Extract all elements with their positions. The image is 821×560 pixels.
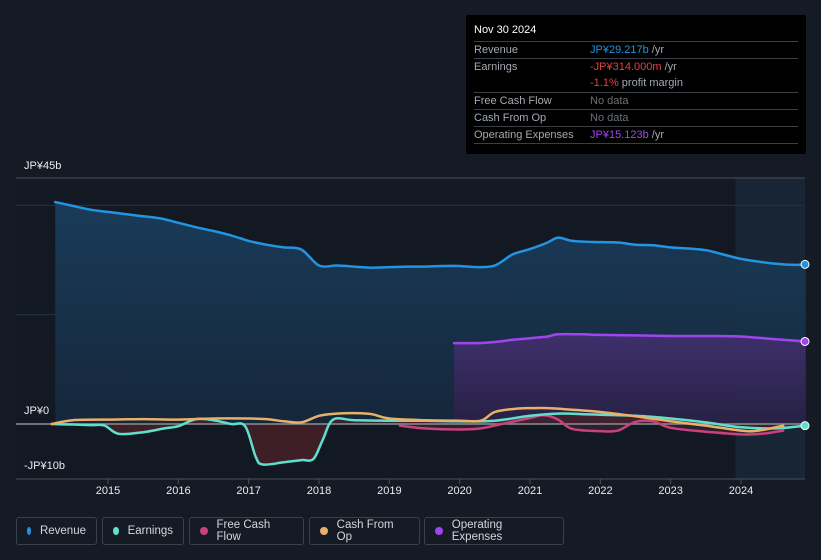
y-label-bottom: -JP¥10b (24, 460, 65, 472)
x-tick-label: 2024 (728, 485, 754, 497)
legend-label: Cash From Op (336, 519, 394, 543)
operating-expenses-dot-icon (435, 527, 443, 535)
tooltip-label: Earnings (474, 61, 518, 73)
revenue-end-marker (800, 259, 810, 269)
tooltip-row-free-cash-flow: Free Cash Flow No data (474, 92, 798, 110)
legend-label: Operating Expenses (451, 519, 503, 543)
tooltip-value: No data (590, 95, 629, 107)
tooltip-label: Revenue (474, 44, 519, 56)
cash-from-op-dot-icon (320, 527, 328, 535)
x-tick-label: 2023 (658, 485, 683, 497)
tooltip-divider (474, 143, 798, 144)
tooltip-row-cash-from-op: Cash From Op No data (474, 109, 798, 127)
y-label-zero: JP¥0 (24, 405, 50, 417)
revenue-dot-icon (27, 527, 31, 535)
tooltip-label: Cash From Op (474, 112, 547, 124)
tooltip-panel: Nov 30 2024 Revenue JP¥29.217b /yr Earni… (466, 15, 806, 154)
tooltip-value: -JP¥314.000m (590, 61, 662, 73)
tooltip-label: Free Cash Flow (474, 95, 552, 107)
tooltip-row-profit-margin: -1.1% profit margin (474, 75, 798, 92)
x-tick-label: 2021 (517, 485, 543, 497)
x-tick-label: 2015 (95, 485, 121, 497)
tooltip-suffix: /yr (661, 61, 677, 73)
tooltip-row-revenue: Revenue JP¥29.217b /yr (474, 41, 798, 59)
x-tick-label: 2019 (377, 485, 402, 497)
tooltip-row-operating-expenses: Operating Expenses JP¥15.123b /yr (474, 126, 798, 144)
legend-item-earnings[interactable]: Earnings (102, 517, 184, 545)
legend-label: Earnings (127, 525, 173, 537)
legend-item-revenue[interactable]: Revenue (16, 517, 97, 545)
x-tick-label: 2016 (166, 485, 191, 497)
legend-label: Revenue (39, 525, 86, 537)
earnings-end-marker (800, 421, 810, 431)
tooltip-value: No data (590, 112, 629, 124)
x-tick-label: 2022 (588, 485, 613, 497)
tooltip-date: Nov 30 2024 (474, 24, 537, 36)
tooltip-suffix: /yr (648, 44, 664, 56)
tooltip-suffix: /yr (648, 129, 664, 141)
tooltip-value: -1.1% (590, 77, 619, 89)
legend-item-free-cash-flow[interactable]: Free Cash Flow (189, 517, 304, 545)
legend-item-cash-from-op[interactable]: Cash From Op (309, 517, 420, 545)
free-cash-flow-dot-icon (200, 527, 208, 535)
tooltip-value: JP¥15.123b (590, 129, 649, 141)
x-tick-label: 2018 (306, 485, 332, 497)
tooltip-label: Operating Expenses (474, 129, 574, 141)
x-tick-label: 2020 (447, 485, 472, 497)
y-label-top: JP¥45b (24, 160, 62, 172)
tooltip-value: JP¥29.217b (590, 44, 649, 56)
x-tick-label: 2017 (236, 485, 261, 497)
tooltip-suffix: profit margin (618, 77, 683, 89)
legend-label: Free Cash Flow (216, 519, 271, 543)
legend-item-operating-expenses[interactable]: Operating Expenses (424, 517, 564, 545)
earnings-dot-icon (113, 527, 119, 535)
tooltip-row-earnings: Earnings -JP¥314.000m /yr (474, 58, 798, 76)
operating-expenses-end-marker (800, 336, 810, 346)
